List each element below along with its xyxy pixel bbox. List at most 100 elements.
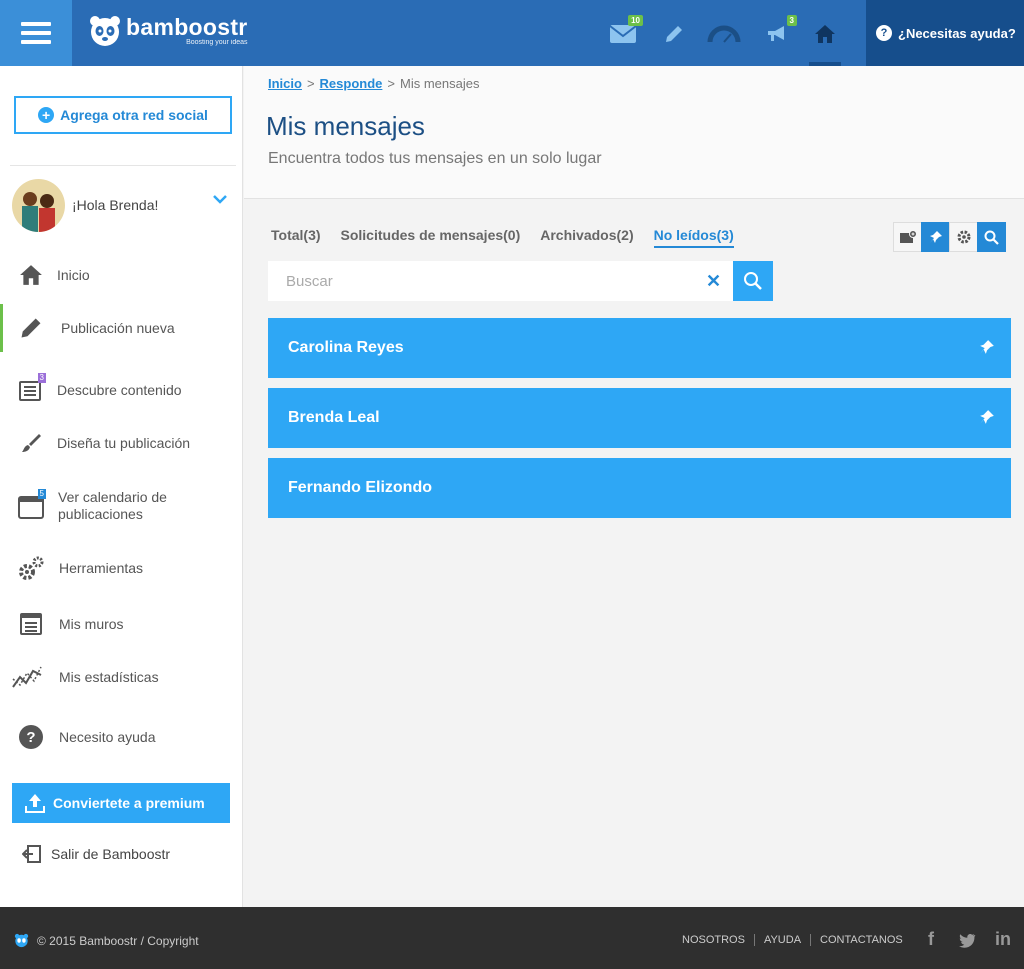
breadcrumb-current: Mis mensajes: [399, 76, 480, 91]
page-title: Mis mensajes: [266, 111, 425, 141]
settings-button[interactable]: [949, 222, 978, 252]
add-message-icon: [899, 230, 917, 243]
home-icon: [16, 260, 46, 290]
sidebar-item-mis-muros[interactable]: Mis muros: [0, 609, 242, 639]
sidebar-item-herramientas[interactable]: Herramientas: [0, 553, 242, 583]
footer: © 2015 Bamboostr / Copyright NOSOTROS AY…: [0, 907, 1024, 969]
search-button[interactable]: [733, 261, 773, 301]
footer-links: NOSOTROS AYUDA CONTACTANOS: [682, 934, 912, 946]
sidebar-item-label: Mis muros: [59, 615, 124, 632]
search-icon: [984, 230, 999, 245]
breadcrumb-section-link[interactable]: Responde: [320, 76, 383, 91]
user-greeting: ¡Hola Brenda!: [72, 197, 159, 213]
dashboard-button[interactable]: [706, 18, 742, 50]
avatar: [12, 178, 65, 232]
logout-label: Salir de Bamboostr: [51, 846, 171, 862]
breadcrumb-separator: >: [306, 76, 315, 91]
sidebar-item-label: Mis estadísticas: [59, 668, 159, 685]
breadcrumb-home-link[interactable]: Inicio: [268, 76, 302, 91]
campaigns-badge: 3: [786, 15, 797, 26]
search-box: ✕: [268, 261, 733, 301]
facebook-icon[interactable]: f: [928, 929, 934, 950]
message-row[interactable]: Fernando Elizondo: [268, 458, 1011, 518]
upload-icon: [25, 794, 45, 813]
compose-button[interactable]: [658, 18, 690, 50]
tab-solicitudes[interactable]: Solicitudes de mensajes(0): [341, 227, 521, 248]
campaigns-button[interactable]: 3: [761, 15, 797, 50]
message-sender: Carolina Reyes: [288, 339, 404, 356]
help-button[interactable]: ? ¿Necesitas ayuda?: [866, 0, 1024, 66]
gauge-icon: [707, 25, 741, 43]
sidebar-item-label: Descubre contenido: [57, 381, 182, 398]
sidebar-item-inicio[interactable]: Inicio: [0, 260, 242, 290]
calendar-icon: 5: [16, 489, 46, 521]
add-social-label: Agrega otra red social: [60, 107, 208, 123]
sidebar-item-label: Inicio: [57, 266, 90, 283]
premium-button[interactable]: Conviertete a premium: [12, 783, 230, 823]
message-tabs: Total(3) Solicitudes de mensajes(0) Arch…: [271, 227, 734, 248]
search-input[interactable]: [268, 261, 698, 301]
sidebar-item-mis-estadisticas[interactable]: Mis estadísticas: [0, 662, 242, 692]
help-label: ¿Necesitas ayuda?: [898, 25, 1016, 41]
chevron-down-icon: [213, 195, 227, 204]
logout-icon: [22, 845, 41, 863]
badge: 5: [37, 489, 46, 499]
messages-badge: 10: [628, 15, 643, 26]
tab-total[interactable]: Total(3): [271, 227, 321, 248]
menu-icon[interactable]: [0, 0, 72, 66]
sidebar-item-label: Herramientas: [59, 559, 144, 576]
tab-no-leidos[interactable]: No leídos(3): [653, 227, 734, 248]
help-icon: ?: [876, 25, 892, 41]
sidebar-item-label: Publicación nueva: [61, 319, 175, 336]
pin-icon[interactable]: [979, 339, 995, 355]
twitter-icon[interactable]: [958, 933, 976, 948]
premium-label: Conviertete a premium: [53, 795, 205, 811]
svg-text:?: ?: [26, 729, 35, 746]
message-row[interactable]: Brenda Leal: [268, 388, 1011, 448]
footer-copyright: © 2015 Bamboostr / Copyright: [14, 933, 199, 948]
sidebar-item-label: Necesito ayuda: [59, 728, 156, 745]
logout-button[interactable]: Salir de Bamboostr: [22, 844, 170, 864]
sidebar-item-publicacion-nueva[interactable]: Publicación nueva: [0, 304, 242, 352]
linkedin-icon[interactable]: in: [995, 929, 1011, 950]
plus-circle-icon: +: [38, 107, 55, 123]
footer-link-contactanos[interactable]: CONTACTANOS: [810, 934, 912, 946]
add-social-network-button[interactable]: + Agrega otra red social: [14, 96, 232, 134]
messages-button[interactable]: 10: [607, 15, 643, 50]
sidebar-item-necesito-ayuda[interactable]: ? Necesito ayuda: [0, 722, 242, 752]
pencil-icon: [16, 313, 46, 343]
user-menu[interactable]: ¡Hola Brenda!: [12, 178, 234, 232]
footer-link-nosotros[interactable]: NOSOTROS: [682, 934, 754, 946]
search-toggle-button[interactable]: [977, 222, 1006, 252]
top-navbar: bamboostr Boosting your ideas 10 3 ? ¿Ne…: [0, 0, 1024, 66]
footer-link-ayuda[interactable]: AYUDA: [753, 934, 810, 946]
brush-icon: [16, 428, 46, 458]
message-tools: [893, 222, 1006, 252]
sidebar-item-descubre-contenido[interactable]: 3 Descubre contenido: [0, 373, 242, 405]
sidebar-item-disena-tu-publicacion[interactable]: Diseña tu publicación: [0, 428, 242, 458]
breadcrumb-separator: >: [387, 76, 395, 91]
sidebar: + Agrega otra red social ¡Hola Brenda! I…: [0, 66, 243, 907]
clear-search-icon[interactable]: ✕: [706, 272, 721, 290]
newspaper-icon: 3: [16, 373, 46, 405]
badge: 3: [37, 373, 46, 383]
brand-name: bamboostr: [126, 14, 248, 40]
page-header: Inicio > Responde > Mis mensajes Mis mensaje…: [244, 66, 1024, 199]
pin-icon[interactable]: [979, 409, 995, 425]
brand-logo[interactable]: bamboostr Boosting your ideas: [88, 14, 248, 48]
panda-logo-icon: [90, 16, 120, 46]
sidebar-item-ver-calendario[interactable]: 5 Ver calendario de publicaciones: [0, 486, 242, 526]
pin-filter-button[interactable]: [921, 222, 950, 252]
tab-archivados[interactable]: Archivados(2): [540, 227, 633, 248]
search-icon: [744, 272, 762, 290]
list-icon: [16, 609, 46, 639]
copyright-text: © 2015 Bamboostr / Copyright: [37, 933, 199, 948]
sidebar-item-label: Ver calendario de publicaciones: [58, 489, 167, 522]
home-icon: [815, 25, 835, 43]
message-row[interactable]: Carolina Reyes: [268, 318, 1011, 378]
pencil-icon: [666, 26, 682, 42]
new-message-button[interactable]: [893, 222, 922, 252]
sidebar-item-label: Diseña tu publicación: [57, 434, 191, 451]
mail-icon: [609, 25, 637, 43]
home-button[interactable]: [809, 18, 841, 50]
